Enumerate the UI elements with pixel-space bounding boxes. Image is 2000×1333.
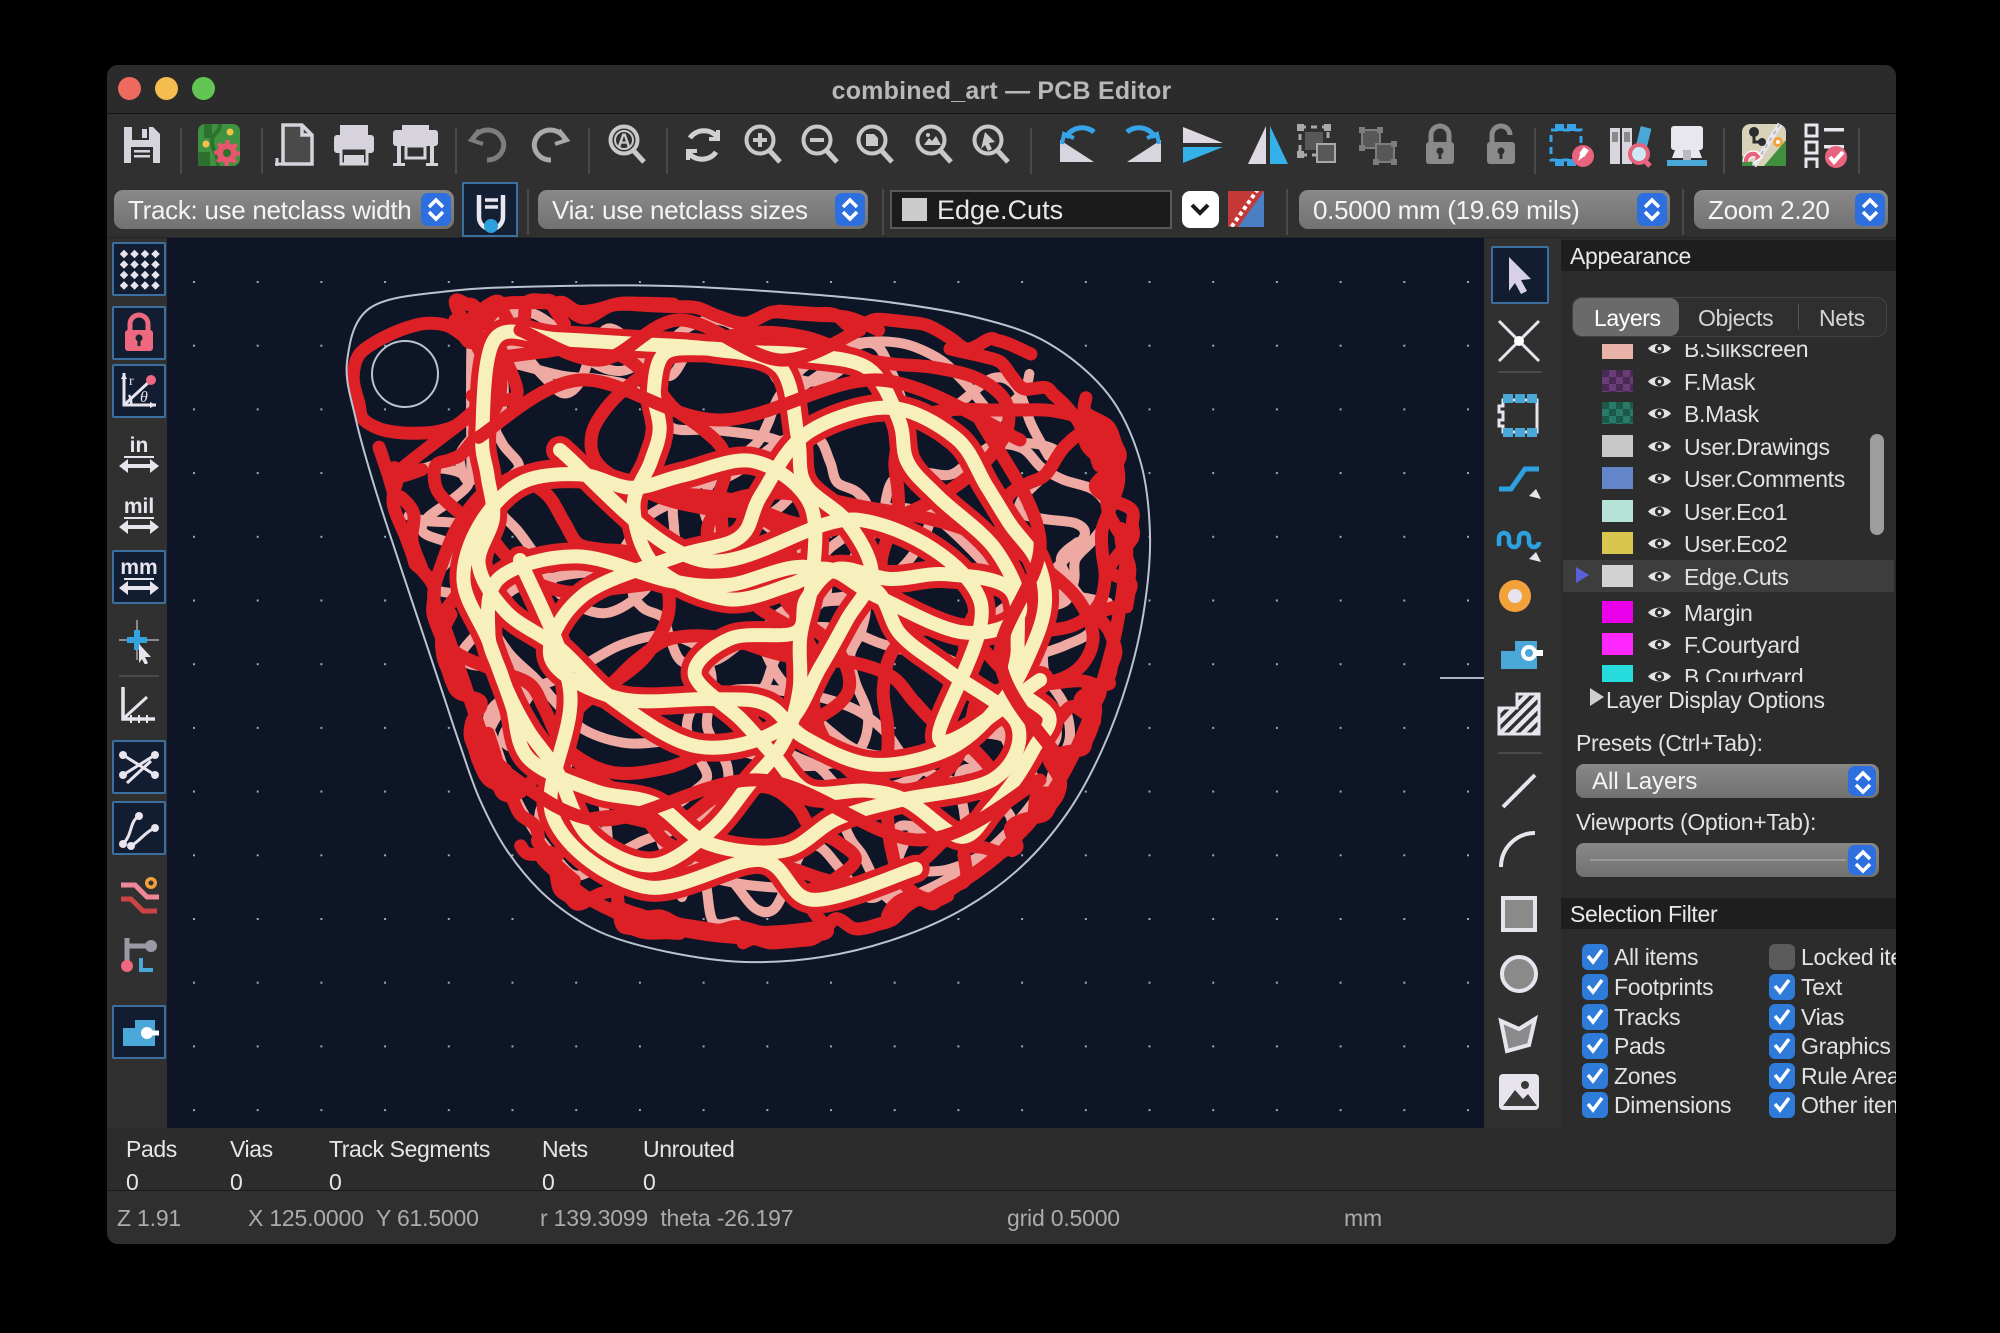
svg-text:mm: mm xyxy=(120,556,157,579)
svg-text:θ: θ xyxy=(140,389,148,406)
svg-text:r: r xyxy=(129,374,134,389)
svg-text:mil: mil xyxy=(124,495,154,518)
svg-text:in: in xyxy=(130,434,149,457)
